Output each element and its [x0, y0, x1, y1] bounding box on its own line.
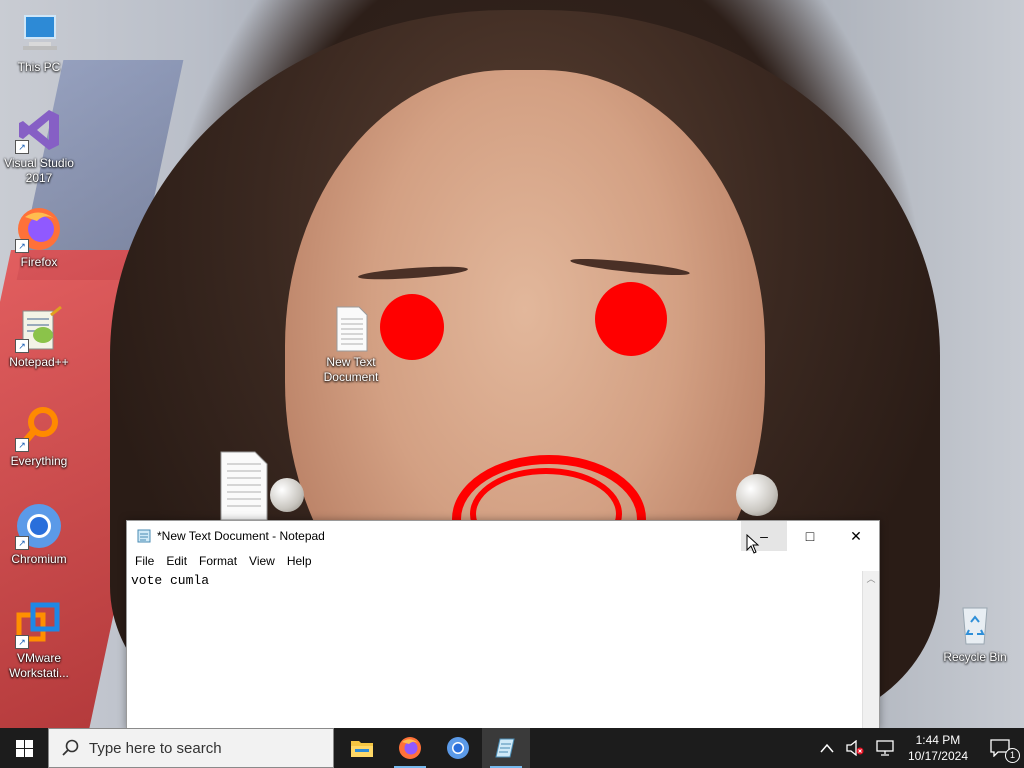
icon-label-line2: Workstati... [9, 666, 69, 680]
text-document-icon [219, 450, 268, 521]
notepad-window[interactable]: *New Text Document - Notepad – □ ✕ File … [126, 520, 880, 730]
tray-volume-button[interactable] [840, 728, 870, 768]
icon-label: Recycle Bin [943, 650, 1007, 664]
search-placeholder: Type here to search [89, 739, 222, 757]
start-button[interactable] [0, 728, 48, 768]
icon-label-line1: New Text [326, 355, 376, 369]
notification-badge: 1 [1005, 748, 1020, 763]
icon-label: Everything [10, 454, 68, 468]
taskbar-search-box[interactable]: Type here to search [48, 728, 334, 768]
everything-search-icon: ↗ [15, 404, 63, 452]
taskbar-firefox[interactable] [386, 728, 434, 768]
icon-label: This PC [17, 60, 61, 74]
notepad-icon [495, 738, 515, 758]
chromium-icon: ↗ [15, 502, 63, 550]
pearl-earring-left [270, 478, 304, 512]
icon-label-line2: Document [323, 370, 379, 384]
taskbar-clock[interactable]: 1:44 PM 10/17/2024 [900, 732, 976, 764]
desktop-icon-new-text-document[interactable]: New Text Document [312, 305, 390, 385]
maximize-button[interactable]: □ [787, 521, 833, 551]
desktop-icon-recycle-bin[interactable]: Recycle Bin [936, 600, 1014, 665]
desktop-icon-firefox[interactable]: ↗ Firefox [0, 205, 78, 270]
menu-help[interactable]: Help [281, 554, 318, 568]
menu-view[interactable]: View [243, 554, 281, 568]
icon-label-line1: VMware [16, 651, 61, 665]
scroll-up-icon[interactable]: ︿ [863, 571, 879, 587]
chevron-up-icon [820, 743, 834, 753]
close-button[interactable]: ✕ [833, 521, 879, 551]
desktop-icon-chromium[interactable]: ↗ Chromium [0, 502, 78, 567]
menu-format[interactable]: Format [193, 554, 243, 568]
clock-time: 1:44 PM [915, 733, 961, 747]
notepad-plus-plus-icon: ↗ [15, 305, 63, 353]
red-scribble-right-eye [595, 282, 667, 356]
recycle-bin-icon [951, 600, 999, 648]
tray-overflow-button[interactable] [814, 728, 840, 768]
this-pc-icon [15, 10, 63, 58]
search-icon [62, 739, 79, 756]
shortcut-arrow-icon: ↗ [15, 239, 29, 253]
maximize-icon: □ [805, 528, 815, 544]
taskbar-chromium[interactable] [434, 728, 482, 768]
windows-logo-icon [15, 739, 33, 757]
volume-muted-icon [846, 740, 864, 756]
desktop-icon-text-document-partial[interactable] [218, 450, 268, 521]
firefox-icon [399, 737, 421, 759]
icon-label: Firefox [20, 255, 58, 269]
clock-date: 10/17/2024 [907, 749, 968, 763]
shortcut-arrow-icon: ↗ [15, 339, 29, 353]
shortcut-arrow-icon: ↗ [15, 438, 29, 452]
visual-studio-icon: ↗ [15, 106, 63, 154]
file-explorer-icon [351, 741, 373, 757]
network-icon [876, 740, 894, 756]
shortcut-arrow-icon: ↗ [15, 536, 29, 550]
text-document-icon [327, 305, 375, 353]
vmware-icon: ↗ [15, 601, 63, 649]
desktop-icon-this-pc[interactable]: This PC [0, 10, 78, 75]
icon-label-line1: Visual Studio [4, 156, 74, 170]
notepad-menu-bar: File Edit Format View Help [127, 551, 879, 571]
icon-label: Notepad++ [9, 355, 69, 369]
chromium-icon [447, 737, 469, 759]
taskbar: Type here to search 1:44 PM 10/17/2024 1 [0, 728, 1024, 768]
tray-network-button[interactable] [870, 728, 900, 768]
close-icon: ✕ [850, 527, 862, 544]
notepad-text-area[interactable]: vote cumla [127, 571, 863, 729]
desktop-icon-vmware[interactable]: ↗ VMware Workstati... [0, 601, 78, 681]
notepad-title-bar[interactable]: *New Text Document - Notepad – □ ✕ [127, 521, 879, 551]
menu-edit[interactable]: Edit [160, 554, 193, 568]
mouse-cursor-icon [746, 533, 760, 557]
minimize-icon: – [760, 528, 768, 544]
icon-label: Chromium [11, 552, 67, 566]
pearl-earring-right [736, 474, 778, 516]
menu-file[interactable]: File [129, 554, 160, 568]
vertical-scrollbar[interactable]: ︿ [862, 571, 879, 729]
shortcut-arrow-icon: ↗ [15, 635, 29, 649]
icon-label-line2: 2017 [25, 171, 53, 185]
system-tray: 1:44 PM 10/17/2024 1 [814, 728, 1024, 768]
firefox-icon: ↗ [15, 205, 63, 253]
desktop-icon-notepad-plus-plus[interactable]: ↗ Notepad++ [0, 305, 78, 370]
desktop-icon-visual-studio[interactable]: ↗ Visual Studio 2017 [0, 106, 78, 186]
taskbar-notepad[interactable] [482, 728, 530, 768]
notepad-icon [137, 529, 151, 543]
action-center-button[interactable]: 1 [976, 728, 1024, 768]
taskbar-file-explorer[interactable] [338, 728, 386, 768]
shortcut-arrow-icon: ↗ [15, 140, 29, 154]
desktop-icon-everything[interactable]: ↗ Everything [0, 404, 78, 469]
notepad-title: *New Text Document - Notepad [157, 529, 325, 543]
